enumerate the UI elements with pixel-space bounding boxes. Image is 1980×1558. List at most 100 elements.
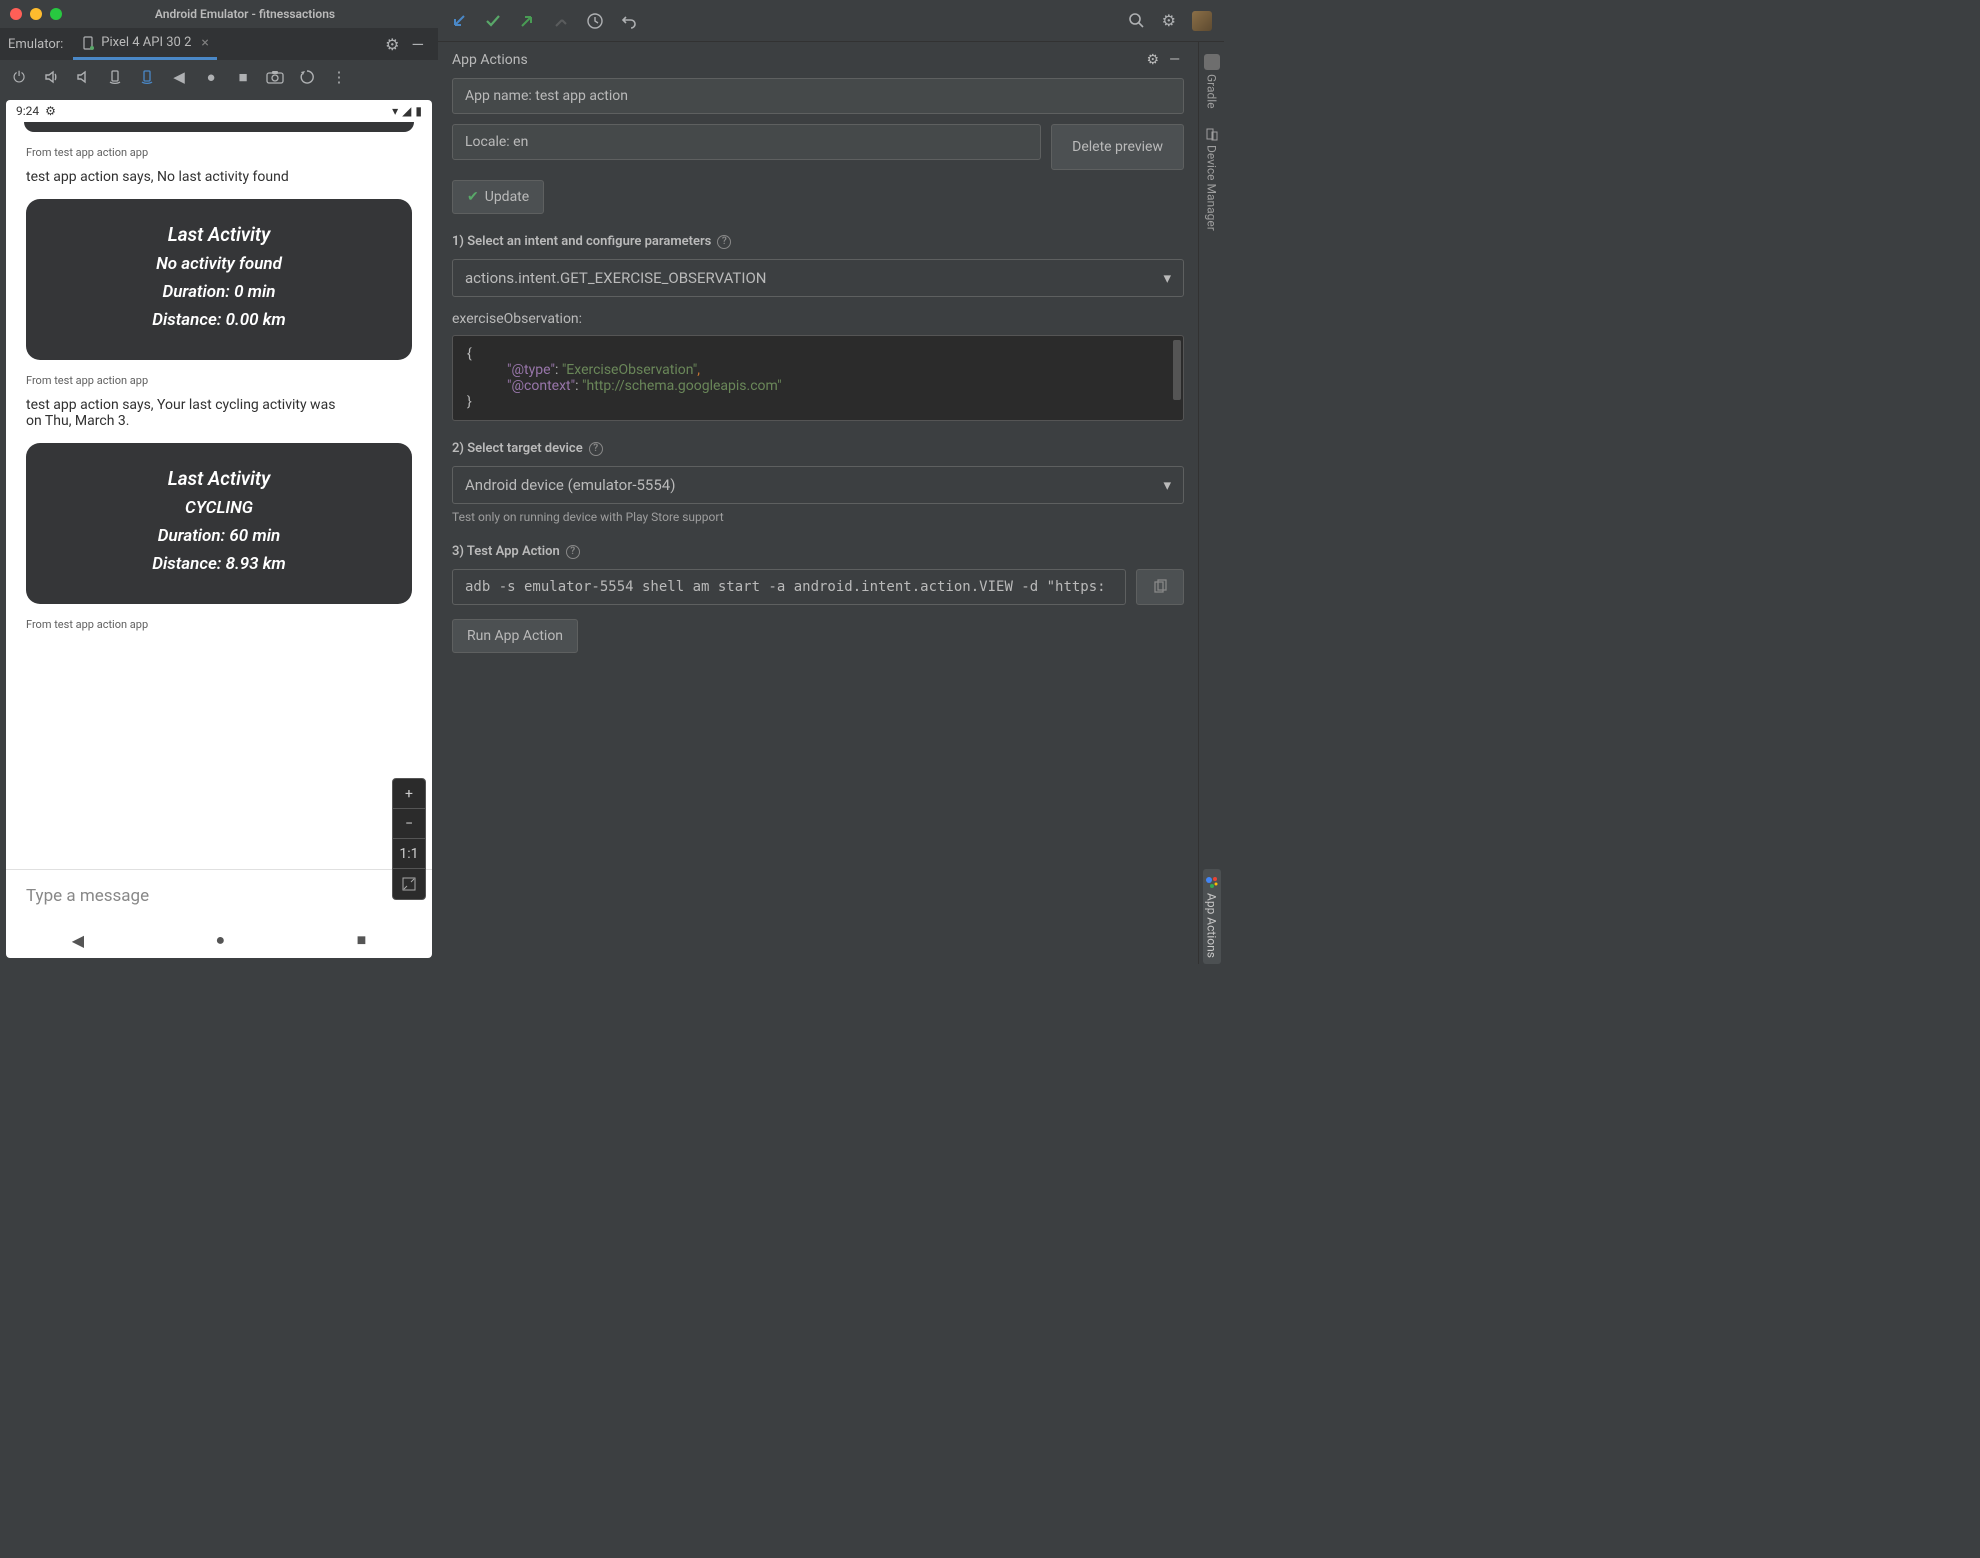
zoom-in-button[interactable]: + — [393, 779, 425, 809]
scrollbar-thumb[interactable] — [1173, 340, 1181, 400]
android-navbar: ◀ ● ■ — [6, 922, 432, 958]
gear-small-icon: ⚙ — [45, 104, 56, 118]
rotate-right-icon[interactable] — [138, 69, 156, 85]
adb-command-field[interactable]: adb -s emulator-5554 shell am start -a a… — [452, 569, 1126, 605]
activity-card-2[interactable]: Last Activity CYCLING Duration: 60 min D… — [26, 443, 412, 604]
json-key: "@type" — [507, 362, 555, 378]
search-icon[interactable] — [1128, 12, 1146, 30]
maximize-window-icon[interactable] — [50, 8, 62, 20]
window-traffic-lights — [10, 8, 62, 20]
user-avatar[interactable] — [1192, 11, 1212, 31]
app-name-field[interactable]: App name: test app action — [452, 78, 1184, 114]
panel-settings-icon[interactable]: ⚙ — [1147, 52, 1160, 68]
settings-icon[interactable]: ⚙ — [1162, 11, 1176, 30]
sidebar-tab-gradle[interactable]: Gradle — [1202, 48, 1222, 115]
device-dropdown[interactable]: Android device (emulator-5554) ▾ — [452, 466, 1184, 504]
device-manager-label: Device Manager — [1205, 145, 1219, 231]
update-button[interactable]: ✔ Update — [452, 180, 544, 214]
check-icon[interactable] — [484, 12, 502, 30]
nav-home-icon[interactable]: ● — [215, 930, 225, 950]
history-icon[interactable] — [586, 12, 604, 30]
help-icon[interactable]: ? — [589, 442, 603, 456]
json-value: "ExerciseObservation" — [562, 362, 697, 378]
emulator-toolbar: ⏻ ◀ ● ■ ⋮ — [0, 60, 438, 94]
copy-button[interactable] — [1136, 569, 1184, 605]
assistant-icon — [1205, 875, 1219, 889]
json-key: "@context" — [507, 378, 575, 394]
android-screen: 9:24 ⚙ ▾ ◢ ▮ From test app action app te… — [6, 100, 432, 958]
android-statusbar: 9:24 ⚙ ▾ ◢ ▮ — [6, 100, 432, 122]
help-icon[interactable]: ? — [566, 545, 580, 559]
check-circle-icon: ✔ — [467, 189, 479, 205]
card-title: Last Activity — [26, 467, 412, 490]
back-icon[interactable]: ◀ — [170, 68, 188, 86]
emulator-tab-prefix: Emulator: — [8, 37, 63, 52]
emulator-tab-label: Pixel 4 API 30 2 — [101, 35, 191, 50]
step2-text: 2) Select target device — [452, 441, 583, 456]
activity-card-1[interactable]: Last Activity No activity found Duration… — [26, 199, 412, 360]
gradle-label: Gradle — [1205, 74, 1219, 109]
help-icon[interactable]: ? — [717, 235, 731, 249]
says-text: test app action says, Your last cycling … — [26, 397, 346, 429]
overview-icon[interactable]: ■ — [234, 68, 252, 86]
volume-up-icon[interactable] — [42, 69, 60, 85]
from-label: From test app action app — [26, 618, 412, 631]
power-icon[interactable]: ⏻ — [10, 68, 28, 86]
panel-minimize-icon[interactable]: — — [1169, 52, 1180, 68]
devices-icon — [1205, 127, 1219, 141]
sidebar-tab-device-manager[interactable]: Device Manager — [1203, 121, 1221, 237]
app-actions-label: App Actions — [1205, 893, 1219, 958]
emulator-window-title: Android Emulator - fitnessactions — [62, 7, 428, 21]
emulator-tabbar: Emulator: Pixel 4 API 30 2 × ⚙ — — [0, 28, 438, 60]
nav-back-icon[interactable]: ◀ — [72, 931, 84, 950]
screenshot-icon[interactable] — [266, 70, 284, 84]
nav-overview-icon[interactable]: ■ — [357, 930, 367, 950]
device-note: Test only on running device with Play St… — [452, 510, 1184, 524]
card-line1: CYCLING — [26, 498, 412, 518]
card-line3: Distance: 0.00 km — [26, 310, 412, 330]
zoom-out-button[interactable]: − — [393, 809, 425, 839]
close-tab-icon[interactable]: × — [201, 35, 208, 51]
compose-input[interactable]: Type a message — [6, 869, 432, 922]
minimize-window-icon[interactable] — [30, 8, 42, 20]
record-icon[interactable] — [298, 69, 316, 85]
undo-icon[interactable] — [620, 12, 638, 30]
card-line2: Duration: 60 min — [26, 526, 412, 546]
signal-icon: ◢ — [402, 104, 411, 118]
more-icon[interactable]: ⋮ — [330, 68, 348, 86]
emulator-tab-active[interactable]: Pixel 4 API 30 2 × — [73, 29, 217, 60]
status-time: 9:24 — [16, 104, 39, 118]
delete-preview-button[interactable]: Delete preview — [1051, 124, 1184, 170]
intent-dropdown[interactable]: actions.intent.GET_EXERCISE_OBSERVATION … — [452, 259, 1184, 297]
emulator-panel: Android Emulator - fitnessactions Emulat… — [0, 0, 438, 964]
ide-panel: ⚙ App Actions ⚙ — App name: test app act… — [438, 0, 1224, 964]
ide-right-sidebar: Gradle Device Manager App Actions — [1198, 42, 1224, 964]
zoom-fit-icon[interactable] — [393, 869, 425, 899]
run-label: Run App Action — [467, 628, 563, 644]
card-line2: Duration: 0 min — [26, 282, 412, 302]
arrow-up-right-icon[interactable] — [518, 12, 536, 30]
home-icon[interactable]: ● — [202, 68, 220, 86]
step3-label: 3) Test App Action ? — [452, 544, 1184, 559]
chevron-down-icon: ▾ — [1163, 269, 1171, 287]
zoom-reset-button[interactable]: 1:1 — [393, 839, 425, 869]
close-window-icon[interactable] — [10, 8, 22, 20]
assistant-transcript[interactable]: From test app action app test app action… — [6, 122, 432, 869]
device-selected: Android device (emulator-5554) — [465, 476, 675, 494]
emulator-hide-icon[interactable]: — — [406, 35, 431, 54]
card-line3: Distance: 8.93 km — [26, 554, 412, 574]
run-app-action-button[interactable]: Run App Action — [452, 619, 578, 653]
emulator-titlebar: Android Emulator - fitnessactions — [0, 0, 438, 28]
locale-field[interactable]: Locale: en — [452, 124, 1041, 160]
rotate-left-icon[interactable] — [106, 69, 124, 85]
panel-title: App Actions — [452, 52, 528, 68]
sidebar-tab-app-actions[interactable]: App Actions — [1203, 869, 1221, 964]
json-editor[interactable]: { "@type": "ExerciseObservation", "@cont… — [452, 335, 1184, 421]
arrow-down-left-icon[interactable] — [450, 12, 468, 30]
volume-down-icon[interactable] — [74, 69, 92, 85]
ide-top-toolbar: ⚙ — [438, 0, 1224, 42]
emulator-settings-icon[interactable]: ⚙ — [379, 35, 405, 54]
delete-preview-label: Delete preview — [1072, 139, 1163, 155]
says-text: test app action says, No last activity f… — [26, 169, 412, 185]
card-line1: No activity found — [26, 254, 412, 274]
